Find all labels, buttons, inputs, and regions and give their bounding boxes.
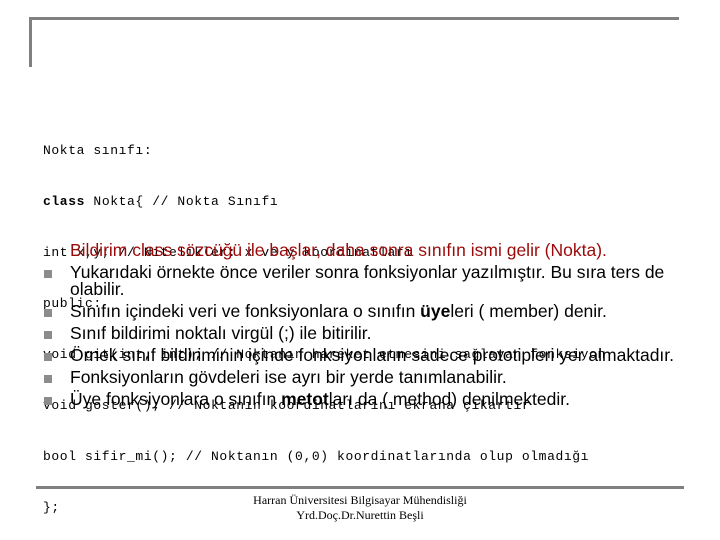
code-text: Nokta sınıfı:	[43, 143, 153, 158]
bullet-text-bold: üye	[420, 301, 451, 321]
code-line: class Nokta{ // Nokta Sınıfı	[43, 193, 606, 210]
bullet-item: Örnek sınıf bildiriminin içinde fonksiyo…	[44, 345, 684, 365]
bullet-text: Yukarıdaki örnekte önce veriler sonra fo…	[70, 262, 665, 299]
bullet-item: Sınıf bildirimi noktalı virgül (;) ile b…	[44, 323, 684, 343]
square-bullet-icon	[44, 375, 52, 383]
bullet-item: Bildirim class sözcüğü ile başlar, daha …	[44, 240, 684, 260]
square-bullet-icon	[44, 331, 52, 339]
bullet-text: Sınıfın içindeki veri ve fonksiyonlara o…	[70, 301, 421, 321]
bullet-text: ları da ( method) denilmektedir.	[328, 389, 570, 409]
frame-top-line	[29, 17, 679, 20]
bullet-text: leri ( member) denir.	[450, 301, 607, 321]
bullet-text-bold: metot	[281, 389, 329, 409]
code-keyword: class	[43, 194, 86, 209]
bullet-text: Bildirim class sözcüğü ile başlar, daha …	[70, 240, 607, 260]
square-bullet-icon	[44, 397, 52, 405]
bullet-item: Üye fonksiyonlara o sınıfın metotları da…	[44, 389, 684, 409]
bullet-item: Sınıfın içindeki veri ve fonksiyonlara o…	[44, 301, 684, 321]
frame-bottom-line	[36, 486, 684, 489]
footer-institution: Harran Üniversitesi Bilgisayar Mühendisl…	[253, 493, 467, 507]
square-bullet-icon	[44, 353, 52, 361]
bullet-text: Üye fonksiyonlara o sınıfın	[70, 389, 282, 409]
bullet-text: Fonksiyonların gövdeleri ise ayrı bir ye…	[70, 367, 507, 387]
code-text: Nokta{ // Nokta Sınıfı	[85, 194, 279, 209]
code-line: Nokta sınıfı:	[43, 142, 606, 159]
code-text: bool sifir_mi(); // Noktanın (0,0) koord…	[43, 449, 590, 464]
frame-left-line	[29, 17, 32, 67]
bullet-list: Bildirim class sözcüğü ile başlar, daha …	[44, 240, 684, 413]
bullet-text: Sınıf bildirimi noktalı virgül (;) ile b…	[70, 323, 372, 343]
bullet-text: Örnek sınıf bildiriminin içinde fonksiyo…	[70, 345, 675, 365]
footer-author: Yrd.Doç.Dr.Nurettin Beşli	[296, 508, 424, 522]
bullet-item: Fonksiyonların gövdeleri ise ayrı bir ye…	[44, 367, 684, 387]
bullet-item: Yukarıdaki örnekte önce veriler sonra fo…	[44, 262, 684, 299]
square-bullet-icon	[44, 270, 52, 278]
square-bullet-icon	[44, 309, 52, 317]
footer: Harran Üniversitesi Bilgisayar Mühendisl…	[0, 493, 720, 523]
code-line: bool sifir_mi(); // Noktanın (0,0) koord…	[43, 448, 606, 465]
